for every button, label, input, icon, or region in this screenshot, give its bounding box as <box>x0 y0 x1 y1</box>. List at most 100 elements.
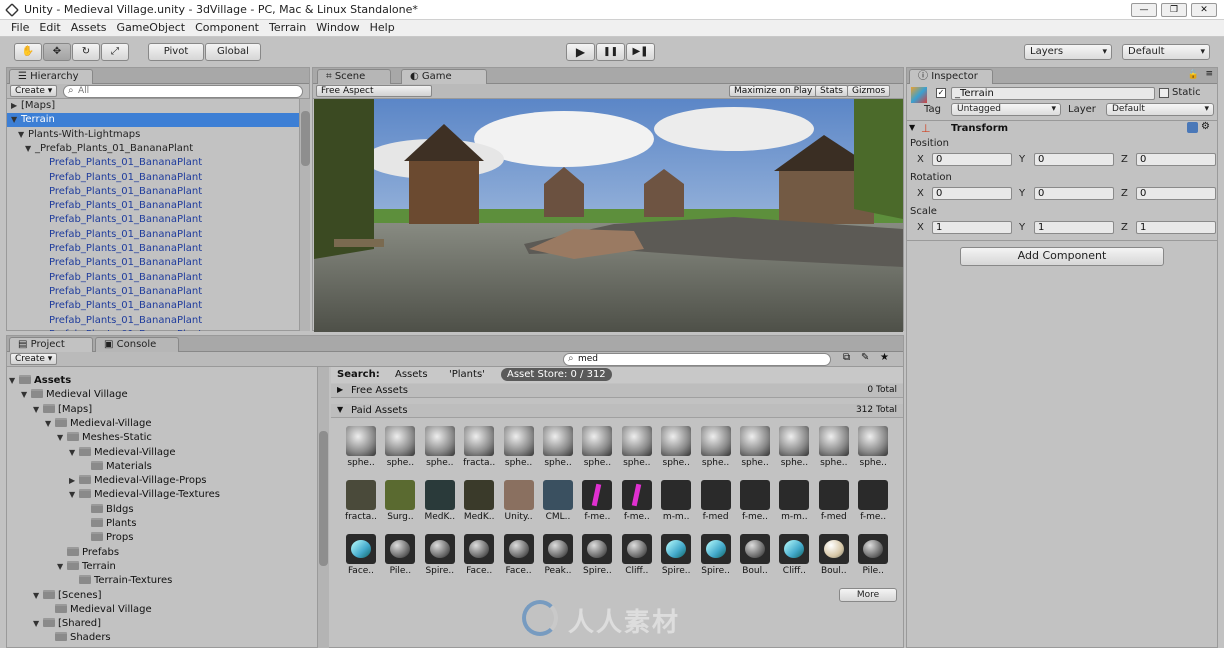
asset-item[interactable]: f-me.. <box>735 480 775 532</box>
asset-item[interactable]: f-med <box>696 480 736 532</box>
hand-tool-icon[interactable]: ✋ <box>14 43 42 61</box>
scl-z-field[interactable]: 1 <box>1136 221 1216 234</box>
layout-dropdown[interactable]: Default <box>1122 44 1210 60</box>
menu-gameobject[interactable]: GameObject <box>112 20 191 36</box>
project-folder-row[interactable]: ▶ Medieval-Village-Props <box>69 474 207 488</box>
project-folder-row[interactable]: Terrain-Textures <box>69 574 172 588</box>
asset-item[interactable]: f-me.. <box>577 480 617 532</box>
panel-menu-icon[interactable]: ≡ <box>1205 69 1213 79</box>
scl-x-field[interactable]: 1 <box>932 221 1012 234</box>
rot-y-field[interactable]: 0 <box>1034 187 1114 200</box>
asset-item[interactable]: sphe.. <box>656 426 696 478</box>
hierarchy-row[interactable]: Prefab_Plants_01_BananaPlant <box>7 156 301 170</box>
hierarchy-scroll-thumb[interactable] <box>301 111 310 166</box>
more-button[interactable]: More <box>839 588 897 602</box>
project-folder-row[interactable]: Prefabs <box>57 546 119 560</box>
project-folder-row[interactable]: Shaders <box>45 631 111 645</box>
rot-z-field[interactable]: 0 <box>1136 187 1216 200</box>
asset-item[interactable]: sphe.. <box>735 426 775 478</box>
hierarchy-row[interactable]: Prefab_Plants_01_BananaPlant <box>7 299 301 313</box>
project-tree-scroll-thumb[interactable] <box>319 431 328 566</box>
scope-plants-button[interactable]: 'Plants' <box>449 369 485 380</box>
tab-console[interactable]: ▣ Console <box>95 337 179 352</box>
tab-game[interactable]: ◐ Game <box>401 69 487 84</box>
collapse-arrow-icon[interactable]: ▼ <box>909 123 915 132</box>
add-component-button[interactable]: Add Component <box>960 247 1164 266</box>
asset-item[interactable]: Surg.. <box>380 480 420 532</box>
asset-item[interactable]: MedK.. <box>459 480 499 532</box>
asset-item[interactable]: Spire.. <box>696 534 736 586</box>
hierarchy-row[interactable]: Prefab_Plants_01_BananaPlant <box>7 328 301 331</box>
asset-item[interactable]: Spire.. <box>420 534 460 586</box>
project-folder-row[interactable]: ▼ Meshes-Static <box>57 431 152 445</box>
project-search-input[interactable]: med <box>563 353 831 366</box>
hierarchy-row[interactable]: Prefab_Plants_01_BananaPlant <box>7 171 301 185</box>
asset-item[interactable]: sphe.. <box>420 426 460 478</box>
asset-item[interactable]: m-m.. <box>774 480 814 532</box>
close-button[interactable]: ✕ <box>1191 3 1217 17</box>
project-folder-row[interactable]: Props <box>81 531 133 545</box>
asset-item[interactable]: f-me.. <box>617 480 657 532</box>
asset-item[interactable]: m-m.. <box>656 480 696 532</box>
asset-item[interactable]: sphe.. <box>853 426 893 478</box>
step-button[interactable]: ▶❚ <box>626 43 655 61</box>
project-folder-row[interactable]: ▼ Medieval-Village <box>45 417 152 431</box>
active-checkbox[interactable]: ✓ <box>936 88 946 98</box>
foldout-arrow-icon[interactable]: ▼ <box>33 589 43 603</box>
hierarchy-row[interactable]: Prefab_Plants_01_BananaPlant <box>7 271 301 285</box>
foldout-arrow-icon[interactable]: ▼ <box>9 374 19 388</box>
hierarchy-row[interactable]: Prefab_Plants_01_BananaPlant <box>7 228 301 242</box>
asset-item[interactable]: sphe.. <box>577 426 617 478</box>
tab-scene[interactable]: ⌗ Scene <box>317 69 391 84</box>
foldout-arrow-icon[interactable]: ▼ <box>11 113 21 127</box>
menu-terrain[interactable]: Terrain <box>264 20 311 36</box>
menu-component[interactable]: Component <box>190 20 264 36</box>
menu-file[interactable]: File <box>6 20 34 36</box>
global-toggle-button[interactable]: Global <box>205 43 261 61</box>
game-viewport[interactable] <box>314 99 903 332</box>
tag-dropdown[interactable]: Untagged <box>951 103 1061 116</box>
settings-gear-icon[interactable]: ⚙ <box>1201 121 1210 132</box>
asset-item[interactable]: fracta.. <box>341 480 381 532</box>
layers-dropdown[interactable]: Layers <box>1024 44 1112 60</box>
foldout-arrow-icon[interactable]: ▼ <box>69 488 79 502</box>
foldout-arrow-icon[interactable]: ▶ <box>69 474 79 488</box>
menu-help[interactable]: Help <box>365 20 400 36</box>
tab-inspector[interactable]: ⓘ Inspector <box>909 69 993 84</box>
asset-item[interactable]: Boul.. <box>735 534 775 586</box>
play-button[interactable]: ▶ <box>566 43 595 61</box>
gizmos-dropdown[interactable]: Gizmos <box>847 85 891 97</box>
hierarchy-row[interactable]: ▼ _Prefab_Plants_01_BananaPlant <box>7 142 301 156</box>
pos-x-field[interactable]: 0 <box>932 153 1012 166</box>
hierarchy-row[interactable]: Prefab_Plants_01_BananaPlant <box>7 242 301 256</box>
menu-edit[interactable]: Edit <box>34 20 65 36</box>
maximize-button[interactable]: ❐ <box>1161 3 1187 17</box>
project-folder-row[interactable]: Bldgs <box>81 503 134 517</box>
pause-button[interactable]: ❚❚ <box>596 43 625 61</box>
project-folder-row[interactable]: ▼ [Scenes] <box>33 589 102 603</box>
project-folder-row[interactable]: ▼ [Maps] <box>33 403 92 417</box>
foldout-arrow-icon[interactable]: ▼ <box>57 431 67 445</box>
static-checkbox[interactable] <box>1159 88 1169 98</box>
asset-item[interactable]: Spire.. <box>577 534 617 586</box>
pos-y-field[interactable]: 0 <box>1034 153 1114 166</box>
filter-label-icon[interactable]: ✎ <box>861 352 869 363</box>
asset-item[interactable]: Face.. <box>499 534 539 586</box>
asset-item[interactable]: MedK.. <box>420 480 460 532</box>
hierarchy-row[interactable]: Prefab_Plants_01_BananaPlant <box>7 314 301 328</box>
asset-item[interactable]: f-med <box>814 480 854 532</box>
asset-item[interactable]: Unity.. <box>499 480 539 532</box>
asset-item[interactable]: sphe.. <box>538 426 578 478</box>
rotate-tool-icon[interactable]: ↻ <box>72 43 100 61</box>
menu-window[interactable]: Window <box>311 20 364 36</box>
scope-assets-button[interactable]: Assets <box>395 369 428 380</box>
project-folder-row[interactable]: ▼ Medieval-Village-Textures <box>69 488 220 502</box>
foldout-arrow-icon[interactable]: ▼ <box>45 417 55 431</box>
asset-item[interactable]: Spire.. <box>656 534 696 586</box>
asset-item[interactable]: Pile.. <box>380 534 420 586</box>
hierarchy-row[interactable]: Prefab_Plants_01_BananaPlant <box>7 185 301 199</box>
asset-item[interactable]: Cliff.. <box>617 534 657 586</box>
asset-item[interactable]: CML.. <box>538 480 578 532</box>
foldout-arrow-icon[interactable]: ▼ <box>33 403 43 417</box>
foldout-arrow-icon[interactable]: ▼ <box>21 388 31 402</box>
